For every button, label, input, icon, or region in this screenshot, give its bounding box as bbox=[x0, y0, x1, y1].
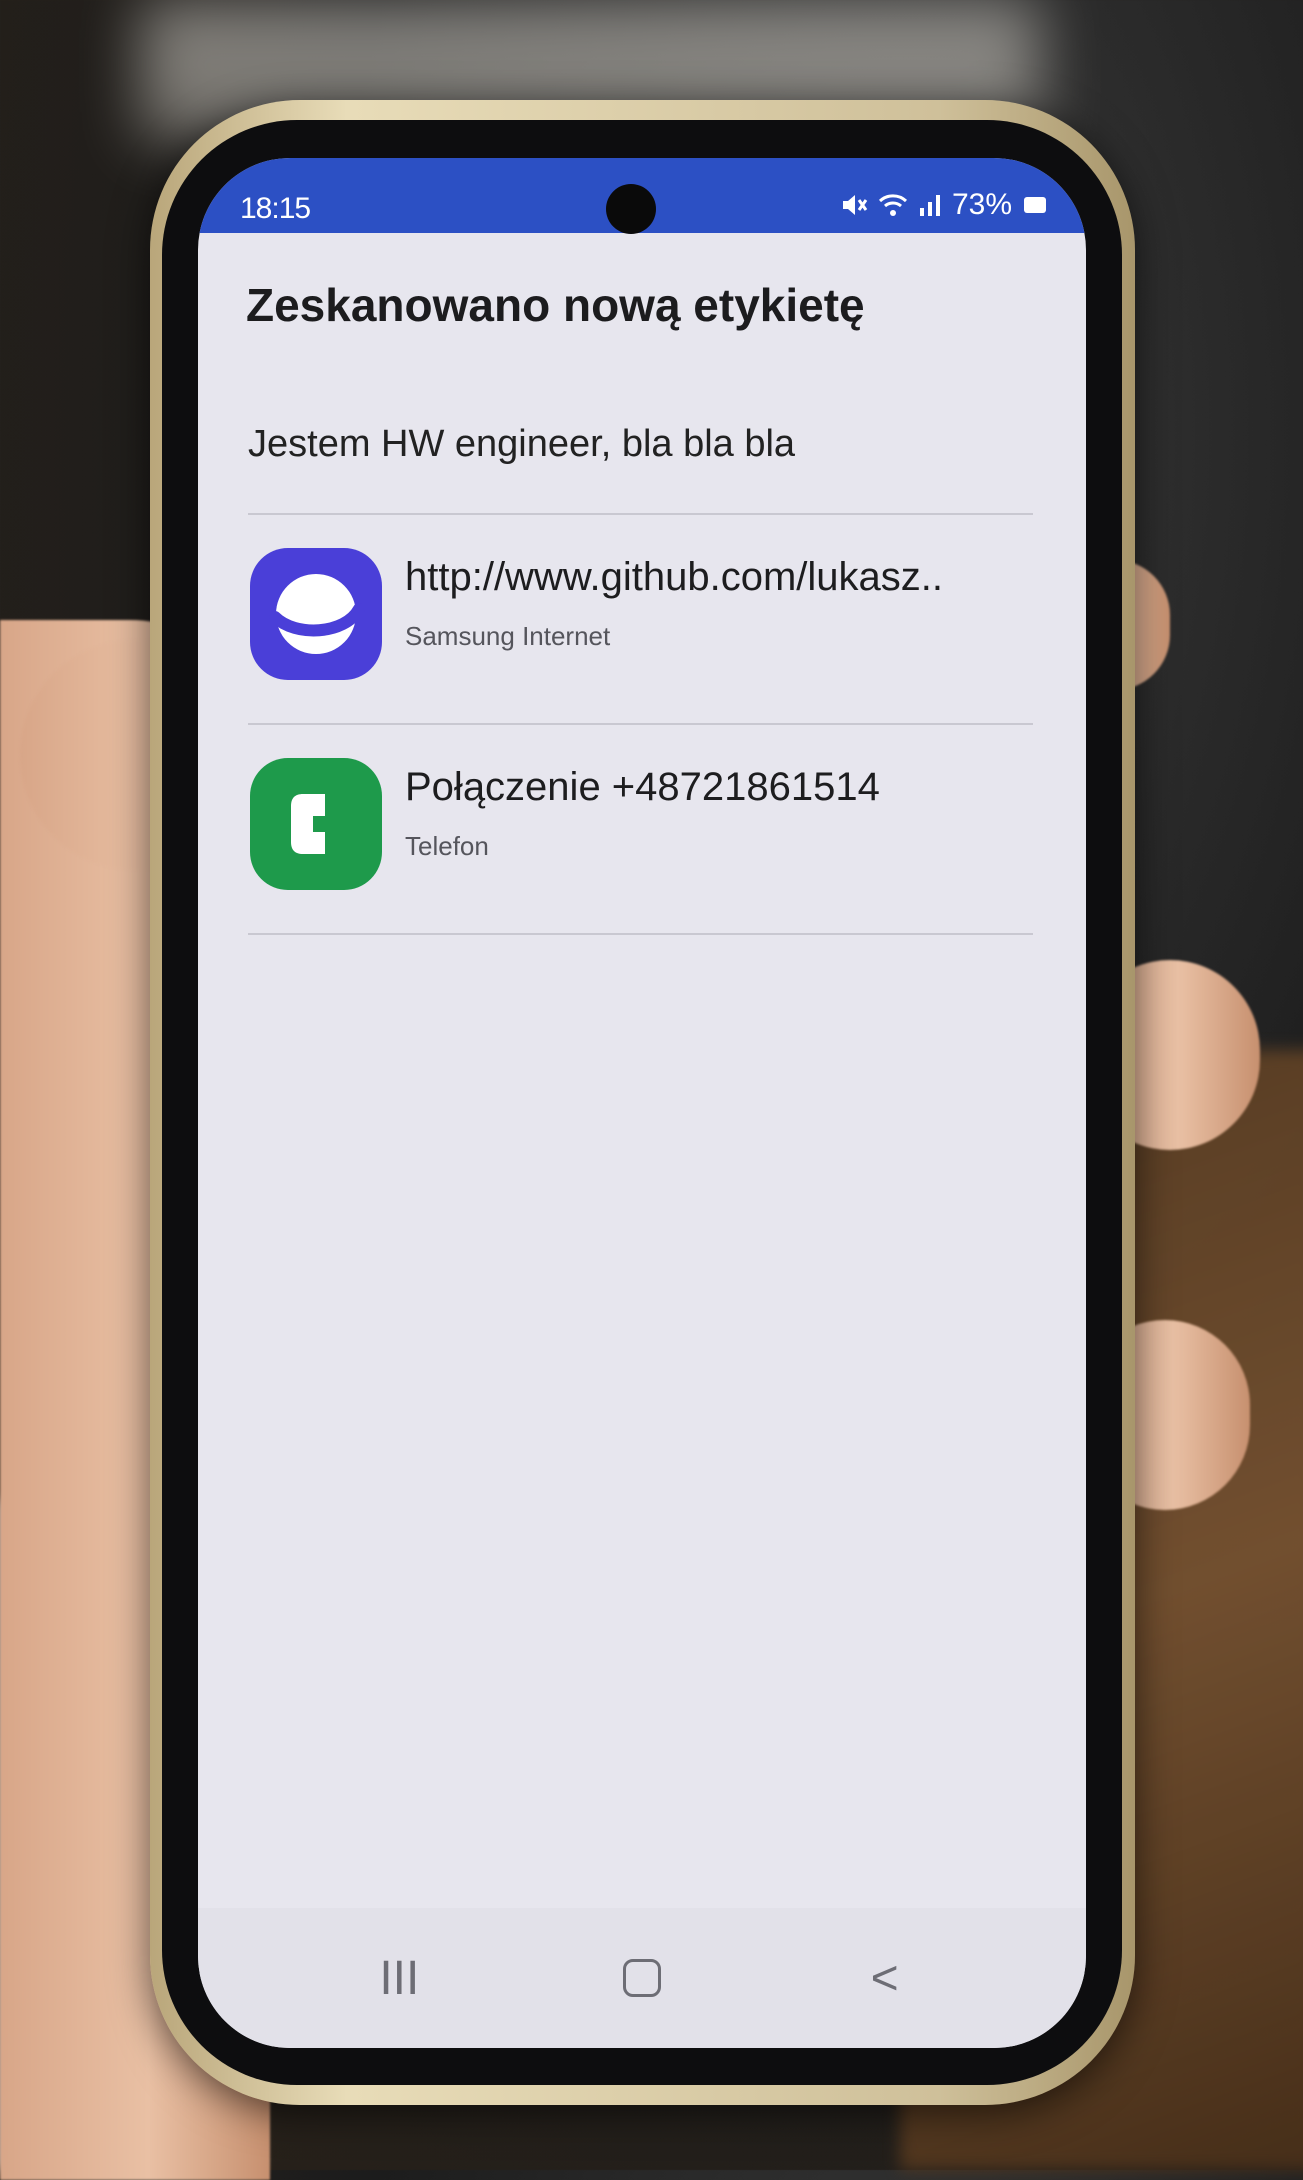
home-icon[interactable] bbox=[582, 1938, 702, 2018]
dialog-title: Zeskanowano nową etykietę bbox=[246, 279, 865, 331]
action-open-url[interactable]: http://www.github.com/lukasz.. Samsung I… bbox=[228, 523, 1058, 703]
navigation-bar: III < bbox=[198, 1908, 1086, 2048]
home-shape bbox=[622, 1959, 661, 1997]
front-camera bbox=[606, 184, 656, 234]
signal-icon bbox=[918, 192, 942, 218]
action-call[interactable]: Połączenie +48721861514 Telefon bbox=[228, 733, 1058, 913]
divider bbox=[248, 933, 1033, 935]
tag-message: Jestem HW engineer, bla bla bla bbox=[248, 423, 796, 465]
action-call-app: Telefon bbox=[405, 831, 489, 861]
battery-icon bbox=[1024, 197, 1046, 213]
status-icons: 73% bbox=[840, 188, 1046, 222]
recents-icon[interactable]: III bbox=[339, 1938, 459, 2018]
action-url-app: Samsung Internet bbox=[405, 621, 611, 651]
battery-percent: 73% bbox=[951, 188, 1012, 221]
action-url-title: http://www.github.com/lukasz.. bbox=[405, 555, 944, 599]
back-icon[interactable]: < bbox=[825, 1938, 945, 2018]
mute-icon bbox=[840, 192, 868, 218]
action-call-title: Połączenie +48721861514 bbox=[405, 765, 880, 809]
phone-icon bbox=[250, 758, 382, 890]
divider bbox=[248, 723, 1033, 725]
phone-screen: 18:15 73% Zeskanowano nową etykietę Jest… bbox=[198, 158, 1086, 2048]
wifi-icon bbox=[878, 192, 908, 218]
divider bbox=[248, 513, 1033, 515]
status-bar: 18:15 73% bbox=[198, 158, 1086, 234]
samsung-internet-icon bbox=[250, 548, 382, 680]
status-time: 18:15 bbox=[240, 192, 311, 225]
